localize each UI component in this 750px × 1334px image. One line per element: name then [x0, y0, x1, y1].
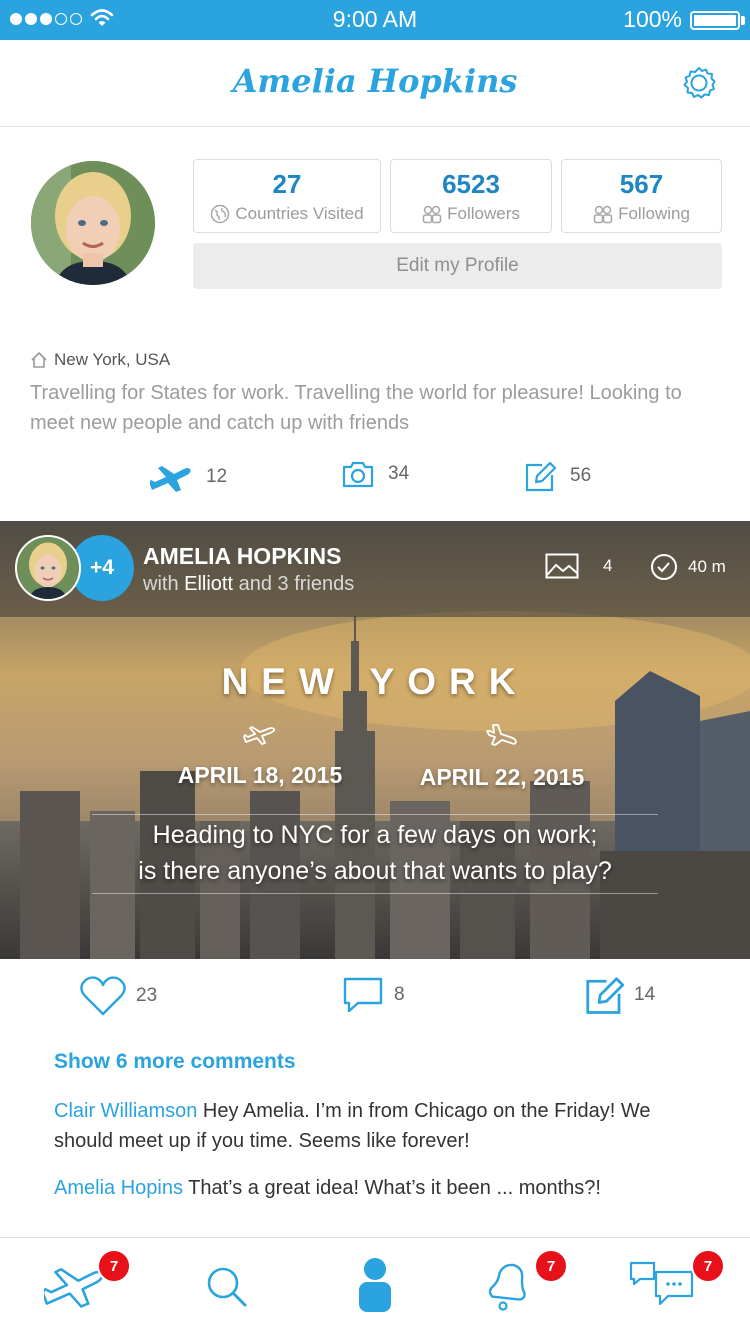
stat-followers[interactable]: 6523 Followers — [390, 159, 552, 233]
post-with-friends[interactable]: with Elliott and 3 friends — [143, 573, 354, 596]
trips-count[interactable]: 12 — [150, 460, 227, 494]
notifications-badge: 7 — [534, 1249, 568, 1283]
battery-icon — [690, 11, 740, 30]
post-body: Heading to NYC for a few days on work; i… — [138, 821, 612, 885]
tab-bar: 7 7 7 — [0, 1237, 750, 1334]
comment-author[interactable]: Clair Williamson — [54, 1100, 197, 1122]
return-date: APRIL 22, 2015 — [419, 764, 585, 790]
takeoff-icon — [243, 726, 276, 745]
post-images-count[interactable]: 4 — [545, 553, 612, 579]
departure-date: APRIL 18, 2015 — [177, 762, 343, 788]
gear-icon[interactable] — [682, 66, 716, 100]
battery-percent: 100% — [623, 6, 682, 32]
stat-countries-value: 27 — [272, 169, 302, 199]
trips-badge: 7 — [97, 1249, 131, 1283]
like-button[interactable]: 23 — [80, 975, 157, 1017]
show-more-comments-link[interactable]: Show 6 more comments — [54, 1050, 296, 1074]
edit-profile-button[interactable]: Edit my Profile — [193, 243, 722, 289]
tab-messages[interactable] — [628, 1254, 694, 1314]
comment-author[interactable]: Amelia Hopins — [54, 1177, 183, 1199]
stat-following[interactable]: 567 Following — [561, 159, 722, 233]
plane-icon — [41, 1268, 104, 1308]
tab-trips[interactable] — [41, 1254, 104, 1314]
search-icon — [207, 1267, 247, 1307]
comment-text: That’s a great idea! What’s it been ... … — [182, 1177, 601, 1199]
edit-count: 14 — [634, 984, 656, 1005]
post-avatar[interactable] — [15, 535, 81, 601]
comment-button[interactable]: 8 — [342, 975, 405, 1015]
location: New York, USA — [30, 350, 170, 370]
stat-followers-value: 6523 — [442, 169, 500, 199]
clock-icon — [651, 554, 677, 580]
post-time: 40 m — [650, 553, 726, 581]
edit-icon — [586, 977, 624, 1014]
stat-countries-label: Countries Visited — [235, 204, 364, 223]
tab-notifications[interactable] — [482, 1254, 542, 1314]
bell-icon — [488, 1263, 526, 1311]
trip-return: APRIL 22, 2015 — [387, 723, 617, 791]
tab-search[interactable] — [202, 1254, 262, 1314]
post-images-value: 4 — [603, 556, 613, 575]
chat-icon — [629, 1261, 694, 1306]
following-icon — [593, 205, 613, 224]
profile-bio: Travelling for States for work. Travelli… — [30, 382, 682, 434]
stat-countries[interactable]: 27 Countries Visited — [193, 159, 381, 233]
stat-followers-label: Followers — [447, 204, 520, 223]
followers-icon — [422, 205, 442, 224]
landing-icon — [486, 724, 517, 746]
camera-icon — [342, 461, 374, 488]
comment-count: 8 — [394, 984, 405, 1005]
comment-icon — [343, 977, 383, 1013]
photos-count[interactable]: 34 — [342, 460, 409, 488]
stat-following-label: Following — [618, 204, 690, 223]
post-time-value: 40 m — [688, 557, 726, 576]
home-icon — [31, 352, 47, 368]
photos-count-value: 34 — [388, 463, 410, 484]
plane-icon — [150, 466, 191, 492]
edit-icon — [525, 461, 556, 492]
globe-icon — [211, 204, 230, 224]
stat-following-value: 567 — [619, 169, 664, 199]
heart-icon — [80, 976, 126, 1016]
top-header: Amelia Hopkins — [0, 40, 750, 127]
comment-item: Amelia Hopins That’s a great idea! What’… — [54, 1173, 704, 1203]
divider — [92, 893, 658, 894]
comment-item: Clair Williamson Hey Amelia. I’m in from… — [54, 1096, 704, 1156]
profile-counts: 12 34 56 — [0, 460, 750, 500]
divider — [92, 814, 658, 815]
trips-count-value: 12 — [206, 466, 228, 487]
location-text: New York, USA — [54, 350, 171, 369]
post-author[interactable]: AMELIA HOPKINS — [143, 543, 342, 570]
trip-departure: APRIL 18, 2015 — [145, 723, 375, 789]
page-title: Amelia Hopkins — [232, 62, 518, 100]
avatar[interactable] — [31, 161, 155, 285]
status-bar: 9:00 AM 100% — [0, 0, 750, 40]
posts-count[interactable]: 56 — [524, 460, 591, 492]
trip-city: NEW YORK — [221, 661, 529, 702]
messages-badge: 7 — [691, 1249, 725, 1283]
like-count: 23 — [136, 985, 158, 1006]
trip-post-card[interactable]: +4 AMELIA HOPKINS with Elliott and 3 fri… — [0, 521, 750, 959]
posts-count-value: 56 — [570, 465, 592, 486]
image-icon — [545, 553, 579, 579]
tab-profile[interactable] — [345, 1254, 405, 1314]
profile-icon — [359, 1258, 391, 1312]
edit-post-button[interactable]: 14 — [584, 975, 655, 1015]
